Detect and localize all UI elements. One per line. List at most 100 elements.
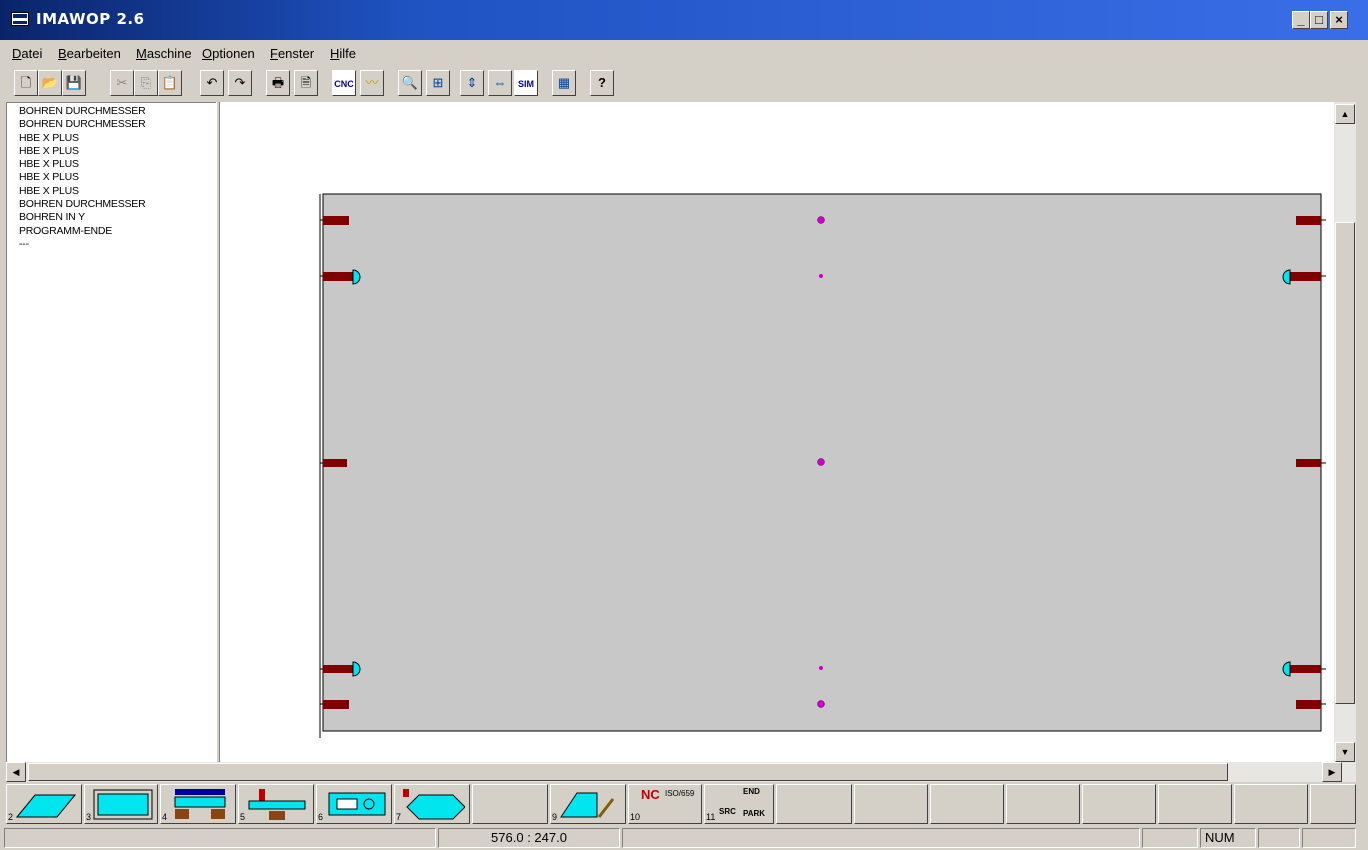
panel-frame-icon[interactable]: 3	[84, 784, 158, 824]
window-title: IMAWOP 2.6	[36, 10, 145, 28]
end-label: END	[743, 787, 760, 796]
function-bar: 2 3 4 5 6 7 9 10 NC ISO/659 11 SRC END P…	[6, 784, 1356, 824]
hole	[817, 216, 825, 224]
status-pane	[1302, 828, 1356, 848]
list-item[interactable]: BOHREN IN Y	[19, 211, 146, 224]
empty-function-slot[interactable]	[1234, 784, 1308, 824]
sim-label: SIM	[517, 79, 534, 89]
horizontal-scroll-thumb[interactable]	[28, 763, 1228, 781]
vertical-scrollbar[interactable]: ▲ ▼	[1334, 102, 1356, 766]
toolbar: 🗋 📂 💾 ✂ ⎘ 📋 ↶ ↷ 🖶 🗎 CNC 〰 🔍 ⊞ ⇕ ⇔ SIM ▦ …	[0, 66, 1368, 100]
slot-left-5	[323, 700, 349, 709]
scroll-up-icon[interactable]: ▲	[1335, 104, 1355, 124]
list-item[interactable]: BOHREN DURCHMESSER	[19, 198, 146, 211]
nc-iso-icon[interactable]: 10 NC ISO/659	[628, 784, 702, 824]
open-folder-icon[interactable]: 📂	[38, 70, 62, 96]
menu-fenster[interactable]: Fenster	[270, 46, 314, 61]
src-label: SRC	[719, 807, 736, 816]
hole	[817, 700, 825, 708]
slot-left-3	[323, 459, 347, 467]
list-item[interactable]: PROGRAMM-ENDE	[19, 225, 146, 238]
empty-function-slot[interactable]	[1082, 784, 1156, 824]
list-item[interactable]: HBE X PLUS	[19, 158, 146, 171]
empty-function-slot[interactable]	[854, 784, 928, 824]
slot-right-3	[1296, 459, 1321, 467]
empty-function-slot[interactable]	[776, 784, 852, 824]
undo-icon[interactable]: ↶	[200, 70, 224, 96]
hole	[819, 666, 823, 670]
status-message	[4, 828, 436, 848]
panel-plate-icon[interactable]: 2	[6, 784, 82, 824]
vertical-scroll-thumb[interactable]	[1335, 222, 1355, 704]
drilling-unit-icon[interactable]: 4	[160, 784, 236, 824]
menu-bar: Datei Bearbeiten Maschine Optionen Fenst…	[0, 43, 1368, 63]
empty-function-slot[interactable]	[930, 784, 1004, 824]
maximize-button[interactable]: □	[1310, 11, 1328, 29]
milling-panel-icon[interactable]: 6	[316, 784, 392, 824]
list-item[interactable]: HBE X PLUS	[19, 171, 146, 184]
minimize-button[interactable]: _	[1292, 11, 1310, 29]
slot-left-2	[323, 272, 353, 281]
status-pane	[1142, 828, 1198, 848]
list-item[interactable]: BOHREN DURCHMESSER	[19, 118, 146, 131]
path-icon[interactable]: 〰	[360, 70, 384, 96]
nc-label: NC	[641, 787, 660, 802]
cut-icon[interactable]: ✂	[110, 70, 134, 96]
slot-left-1	[323, 216, 349, 225]
program-list: BOHREN DURCHMESSER BOHREN DURCHMESSER HB…	[19, 105, 146, 251]
horizontal-drilling-icon[interactable]: 5	[238, 784, 314, 824]
calculator-icon[interactable]: ▦	[552, 70, 576, 96]
save-icon[interactable]: 💾	[62, 70, 86, 96]
list-item[interactable]: HBE X PLUS	[19, 185, 146, 198]
zoom-icon[interactable]: 🔍	[398, 70, 422, 96]
menu-datei[interactable]: Datei	[12, 46, 42, 61]
simulation-icon[interactable]: SIM	[514, 70, 538, 96]
fit-height-icon[interactable]: ⇕	[460, 70, 484, 96]
print-preview-icon[interactable]: 🗎	[294, 70, 318, 96]
cnc-icon[interactable]: CNC	[332, 70, 356, 96]
horizontal-scrollbar[interactable]: ◀ ▶	[6, 762, 1356, 782]
program-list-panel[interactable]: BOHREN DURCHMESSER BOHREN DURCHMESSER HB…	[6, 102, 216, 766]
hole	[817, 458, 825, 466]
empty-function-slot[interactable]	[472, 784, 548, 824]
new-file-icon[interactable]: 🗋	[14, 70, 38, 96]
panel-drawing	[319, 193, 1326, 738]
zoom-window-icon[interactable]: ⊞	[426, 70, 450, 96]
print-icon[interactable]: 🖶	[266, 70, 290, 96]
list-item[interactable]: BOHREN DURCHMESSER	[19, 105, 146, 118]
tool-change-icon[interactable]: 9	[550, 784, 626, 824]
scroll-right-icon[interactable]: ▶	[1322, 762, 1342, 782]
scroll-down-icon[interactable]: ▼	[1335, 742, 1355, 762]
num-lock-indicator: NUM	[1200, 828, 1256, 848]
list-item[interactable]: HBE X PLUS	[19, 132, 146, 145]
close-button[interactable]: ×	[1330, 11, 1348, 29]
app-icon[interactable]	[11, 12, 29, 26]
menu-optionen[interactable]: Optionen	[202, 46, 255, 61]
cnc-label: CNC	[334, 79, 354, 89]
slot-right-2	[1290, 272, 1321, 281]
scroll-left-icon[interactable]: ◀	[6, 762, 26, 782]
hole	[819, 274, 823, 278]
redo-icon[interactable]: ↷	[228, 70, 252, 96]
menu-maschine[interactable]: Maschine	[136, 46, 192, 61]
edge-cut-icon[interactable]: 7	[394, 784, 470, 824]
empty-function-slot[interactable]	[1310, 784, 1356, 824]
paste-icon[interactable]: 📋	[158, 70, 182, 96]
empty-function-slot[interactable]	[1006, 784, 1080, 824]
list-item[interactable]: HBE X PLUS	[19, 145, 146, 158]
coordinate-readout: 576.0 : 247.0	[438, 828, 620, 848]
status-bar: 576.0 : 247.0 NUM	[0, 826, 1368, 850]
fkey-number: 10	[630, 812, 641, 822]
drawing-canvas[interactable]	[220, 102, 1334, 766]
empty-function-slot[interactable]	[1158, 784, 1232, 824]
menu-bearbeiten[interactable]: Bearbeiten	[58, 46, 121, 61]
list-item[interactable]: ---	[19, 238, 146, 251]
fit-width-icon[interactable]: ⇔	[488, 70, 512, 96]
help-icon[interactable]: ?	[590, 70, 614, 96]
menu-hilfe[interactable]: Hilfe	[330, 46, 356, 61]
copy-icon[interactable]: ⎘	[134, 70, 158, 96]
iso-label: ISO/659	[665, 789, 695, 798]
slot-right-5	[1296, 700, 1321, 709]
end-park-icon[interactable]: 11 SRC END PARK	[704, 784, 774, 824]
status-pane	[622, 828, 1140, 848]
